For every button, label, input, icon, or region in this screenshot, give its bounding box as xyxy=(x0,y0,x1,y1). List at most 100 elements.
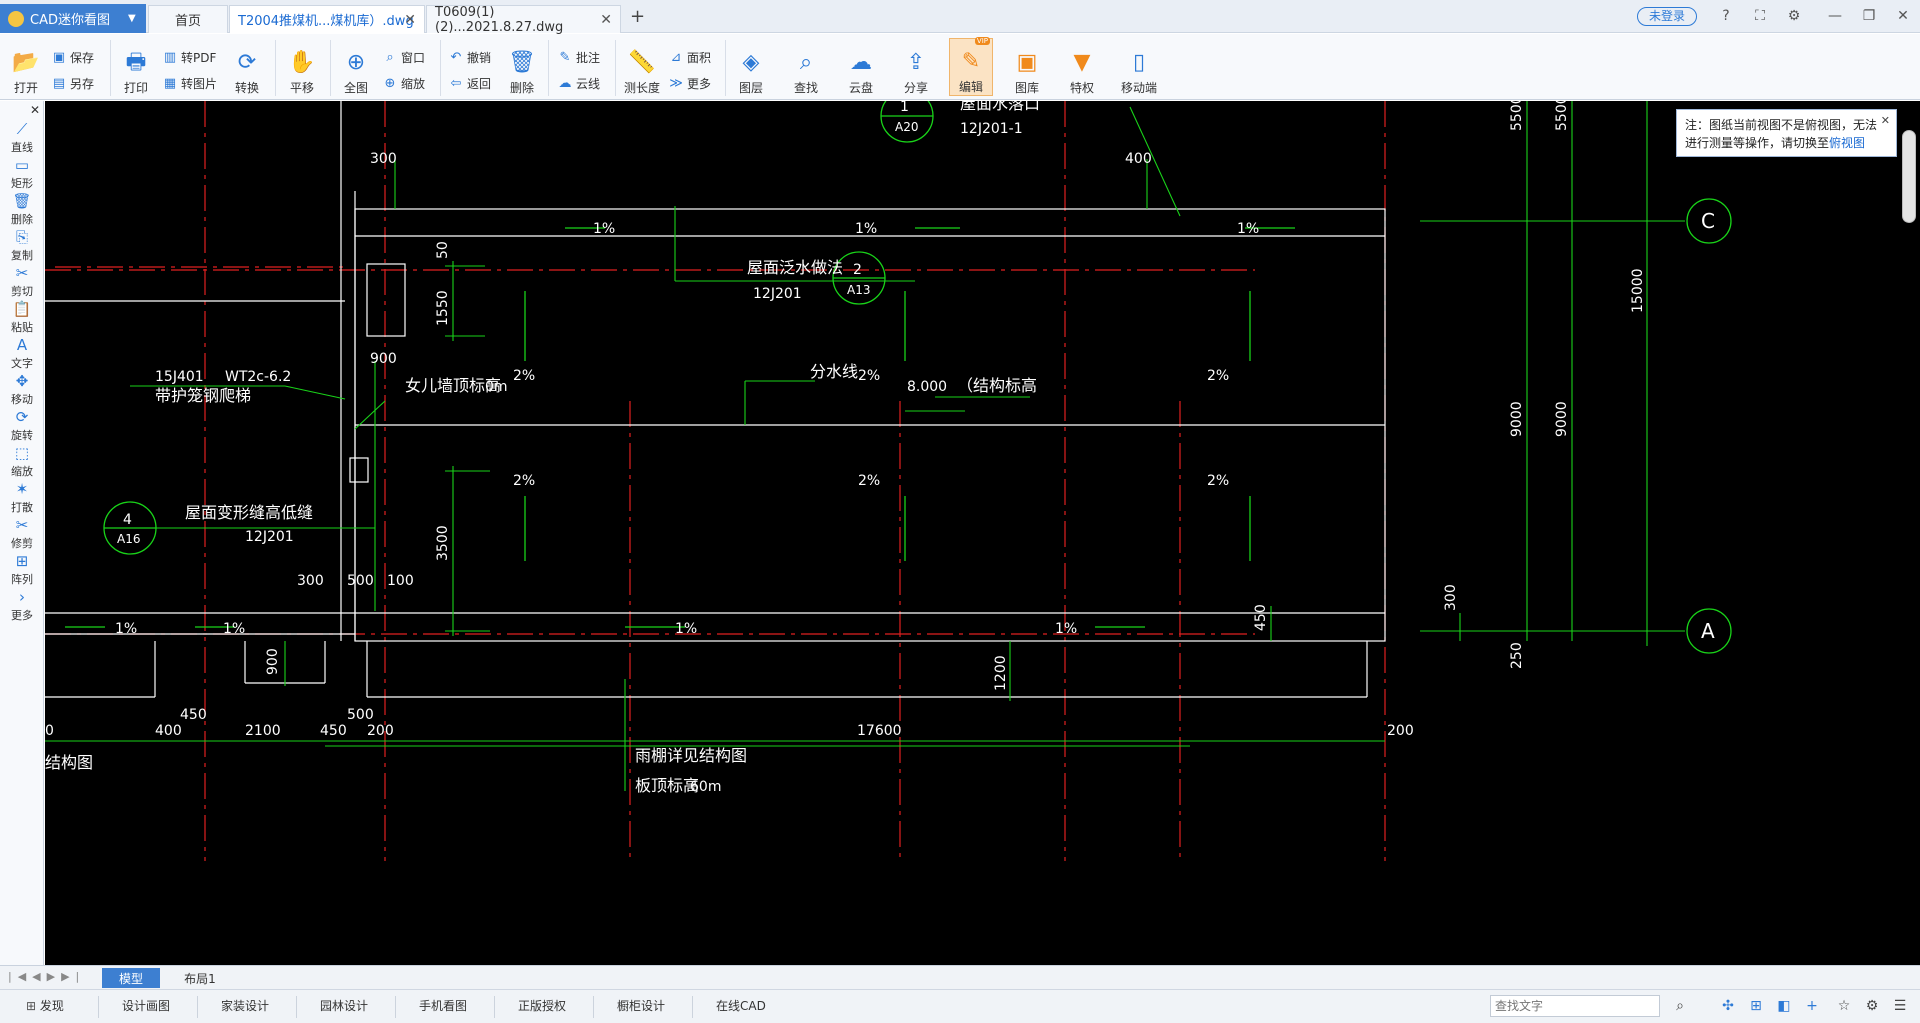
tool-chevron-right[interactable]: › 更多 xyxy=(0,587,44,627)
tool-explode[interactable]: ✶ 打散 xyxy=(0,479,44,519)
tool-scale[interactable]: ⬚ 缩放 xyxy=(0,443,44,483)
edit-button[interactable]: VIP ✎ 编辑 xyxy=(949,37,993,96)
tab-doc-2-label: T0609(1)(2)...2021.8.27.dwg xyxy=(435,4,564,35)
divide-line-label: 分水线 xyxy=(810,362,858,381)
dim-400: 400 xyxy=(1125,151,1152,167)
status-link[interactable]: 手机看图 xyxy=(419,997,467,1014)
tool-text[interactable]: A 文字 xyxy=(0,335,44,375)
tool-copy[interactable]: ⎘ 复制 xyxy=(0,227,44,267)
tab-doc-1[interactable]: T2004推煤机...煤机库）.dwg ✕ xyxy=(229,5,425,33)
save-button[interactable]: ▣ 保存 xyxy=(52,46,94,68)
status-link[interactable]: 家装设计 xyxy=(221,997,269,1014)
more-tools-button[interactable]: ≫ 更多 xyxy=(669,72,711,94)
measure-length-button[interactable]: 📏 测长度 xyxy=(622,38,662,96)
crosshair-icon[interactable]: + xyxy=(1802,996,1822,1016)
close-window-icon[interactable]: ✕ xyxy=(1893,6,1913,26)
slope-4: 1% xyxy=(115,621,137,637)
annotate-button[interactable]: ✎ 批注 xyxy=(558,46,600,68)
menu-icon[interactable]: ☰ xyxy=(1890,996,1910,1016)
gear-icon[interactable]: ⚙ xyxy=(1784,6,1804,26)
to-pdf-button[interactable]: ▥ 转PDF xyxy=(163,46,217,68)
zoom-window-button[interactable]: ⌕ 窗口 xyxy=(383,46,425,68)
tool-scissors[interactable]: ✂ 剪切 xyxy=(0,263,44,303)
elev-note: （结构标高 xyxy=(957,376,1037,395)
tool-rotate[interactable]: ⟳ 旋转 xyxy=(0,407,44,447)
tool-rect[interactable]: ▭ 矩形 xyxy=(0,155,44,195)
restore-icon[interactable]: ❐ xyxy=(1859,6,1879,26)
slope-10: 2% xyxy=(1207,368,1229,384)
print-button[interactable]: 🖶 打印 xyxy=(118,38,154,96)
cloud-drive-button[interactable]: ☁ 云盘 xyxy=(843,38,879,96)
drawing-canvas[interactable]: 屋面水落口 屋面泛水做法 屋面变形缝高低缝 带护笼钢爬梯 女儿墙顶标高 分水线 … xyxy=(45,101,1920,965)
close-panel-icon[interactable]: ✕ xyxy=(30,103,40,117)
scrollbar-thumb[interactable] xyxy=(1902,130,1916,223)
delete-button[interactable]: 🗑 删除 xyxy=(504,38,540,96)
layout-nav-arrows[interactable]: |◀◀▶▶| xyxy=(8,970,85,983)
tool-label: 直线 xyxy=(11,141,33,154)
search-text-input[interactable] xyxy=(1490,995,1660,1017)
fullscreen-icon[interactable]: ⛶ xyxy=(1750,6,1770,26)
settings-icon[interactable]: ⚙ xyxy=(1862,996,1882,1016)
status-link[interactable]: 在线CAD xyxy=(716,997,766,1014)
back-button[interactable]: ⇦ 返回 xyxy=(449,72,491,94)
app-menu-button[interactable]: CAD迷你看图 ▼ xyxy=(0,4,146,33)
measure-length-label: 测长度 xyxy=(623,81,660,95)
discover-button[interactable]: ⊞ 发现 xyxy=(26,997,64,1014)
status-link[interactable]: 正版授权 xyxy=(518,997,566,1014)
status-link[interactable]: 园林设计 xyxy=(320,997,368,1014)
discover-label: 发现 xyxy=(39,999,64,1013)
view-icon[interactable]: ◧ xyxy=(1774,996,1794,1016)
snap-icon[interactable]: ✣ xyxy=(1718,996,1738,1016)
refresh-icon: ⟳ xyxy=(237,50,257,75)
tab-doc-2[interactable]: T0609(1)(2)...2021.8.27.dwg ✕ xyxy=(426,4,621,35)
add-tab-button[interactable]: + xyxy=(630,6,645,27)
dim-b400: 400 xyxy=(155,723,182,739)
zoom-icon: ⊕ xyxy=(384,75,396,91)
vip-badge: VIP xyxy=(974,37,990,45)
close-icon[interactable]: ✕ xyxy=(404,12,416,28)
tool-line[interactable]: ⟋ 直线 xyxy=(0,119,44,159)
convert-button[interactable]: ⟳ 转换 xyxy=(229,38,265,96)
cloud-line-button[interactable]: ☁ 云线 xyxy=(558,72,601,94)
save-as-button[interactable]: ▤ 另存 xyxy=(52,72,94,94)
mobile-button[interactable]: ▯ 移动端 xyxy=(1117,38,1161,96)
tool-paste[interactable]: 📋 粘贴 xyxy=(0,299,44,339)
toolbar-divider xyxy=(330,40,331,96)
search-icon[interactable]: ⌕ xyxy=(1670,996,1690,1016)
fit-all-label: 全图 xyxy=(343,81,368,95)
star-icon[interactable]: ☆ xyxy=(1834,996,1854,1016)
find-button[interactable]: ⌕ 查找 xyxy=(788,38,824,96)
tool-move[interactable]: ✥ 移动 xyxy=(0,371,44,411)
close-icon[interactable]: ✕ xyxy=(1881,112,1890,130)
layers-button[interactable]: ◈ 图层 xyxy=(733,38,769,96)
help-icon[interactable]: ? xyxy=(1716,6,1736,26)
tool-trash[interactable]: 🗑 删除 xyxy=(0,191,44,231)
status-link[interactable]: 设计画图 xyxy=(122,997,170,1014)
share-button[interactable]: ⇪ 分享 xyxy=(898,38,934,96)
privilege-button[interactable]: ▼ 特权 xyxy=(1064,38,1100,96)
tool-trim[interactable]: ✂ 修剪 xyxy=(0,515,44,555)
tab-model[interactable]: 模型 xyxy=(102,968,160,988)
undo-button[interactable]: ↶ 撤销 xyxy=(449,46,491,68)
tab-layout1[interactable]: 布局1 xyxy=(170,968,230,988)
pan-button[interactable]: ✋ 平移 xyxy=(284,38,320,96)
minimize-icon[interactable]: — xyxy=(1825,6,1845,26)
tab-home[interactable]: 首页 xyxy=(148,5,228,33)
status-link[interactable]: 橱柜设计 xyxy=(617,997,665,1014)
area-button[interactable]: ⊿ 面积 xyxy=(669,46,711,68)
ortho-icon[interactable]: ⊞ xyxy=(1746,996,1766,1016)
fit-all-button[interactable]: ⊕ 全图 xyxy=(338,38,374,96)
grid-c-label: C xyxy=(1701,209,1715,233)
close-icon[interactable]: ✕ xyxy=(600,12,612,28)
slab-suffix: 60m xyxy=(690,779,721,795)
login-button[interactable]: 未登录 xyxy=(1637,7,1697,26)
to-image-button[interactable]: ▦ 转图片 xyxy=(163,72,217,94)
toolbar-divider xyxy=(440,40,441,96)
toolbar-divider xyxy=(725,40,726,96)
to-image-label: 转图片 xyxy=(181,76,218,91)
library-button[interactable]: ▣ 图库 xyxy=(1009,38,1045,96)
open-button[interactable]: 📂 打开 xyxy=(8,38,44,96)
zoom-button[interactable]: ⊕ 缩放 xyxy=(383,72,425,94)
top-view-link[interactable]: 俯视图 xyxy=(1829,136,1865,150)
tool-array[interactable]: ⊞ 阵列 xyxy=(0,551,44,591)
